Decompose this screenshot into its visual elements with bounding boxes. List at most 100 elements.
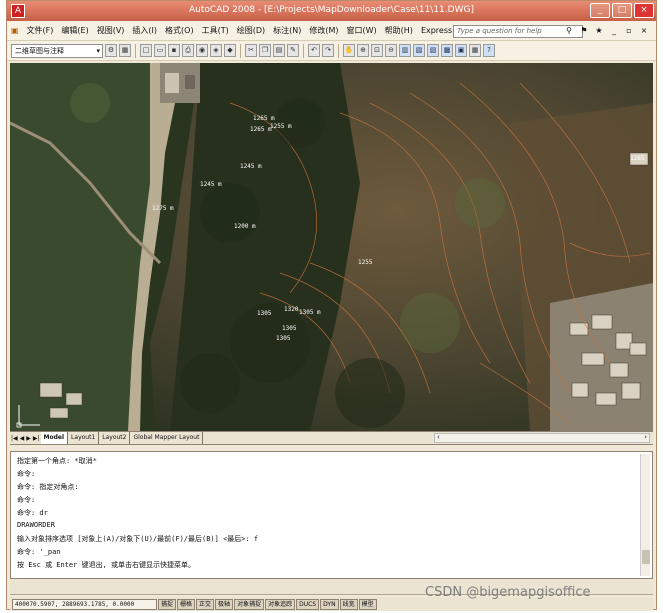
print-icon[interactable]: ⎙ — [182, 44, 194, 57]
paste-icon[interactable]: ▤ — [273, 44, 285, 57]
communication-center-icon[interactable]: ⚑ — [578, 25, 590, 37]
command-history-line: DRAWORDER — [17, 521, 55, 529]
command-history-line: 输入对象排序选项 [对象上(A)/对象下(U)/最前(F)/最后(B)] <最后… — [17, 535, 259, 543]
menu-tools[interactable]: 工具(T) — [198, 25, 233, 36]
menu-draw[interactable]: 绘图(D) — [233, 25, 269, 36]
tab-global-mapper-layout[interactable]: Global Mapper Layout — [130, 432, 204, 444]
command-history-line: 命令: '_pan — [17, 548, 61, 556]
command-history-line: 命令: 指定对角点: — [17, 483, 79, 491]
ortho-toggle[interactable]: 正交 — [196, 598, 215, 610]
open-icon[interactable]: ▭ — [154, 44, 166, 57]
cut-icon[interactable]: ✂ — [245, 44, 257, 57]
maximize-button[interactable]: □ — [612, 3, 632, 18]
minimize-button[interactable]: _ — [590, 3, 610, 18]
tab-first-icon[interactable]: |◀ — [10, 435, 19, 442]
autocad-window: A AutoCAD 2008 - [E:\Projects\MapDownloa… — [6, 0, 657, 611]
menu-window[interactable]: 窗口(W) — [343, 25, 381, 36]
new-icon[interactable]: □ — [140, 44, 152, 57]
print-preview-icon[interactable]: ◉ — [196, 44, 208, 57]
coordinates-readout[interactable]: 400070.5907, 2889693.1785, 0.0000 — [12, 598, 157, 610]
grid-toggle[interactable]: 栅格 — [177, 598, 196, 610]
markup-icon[interactable]: ▣ — [455, 44, 467, 57]
tab-next-icon[interactable]: ▶ — [25, 435, 32, 442]
save-icon[interactable]: ▪ — [168, 44, 180, 57]
tab-prev-icon[interactable]: ◀ — [19, 435, 26, 442]
menu-express[interactable]: Express — [417, 26, 456, 35]
menu-modify[interactable]: 修改(M) — [305, 25, 342, 36]
snap-toggle[interactable]: 捕捉 — [158, 598, 177, 610]
3d-dwf-icon[interactable]: ◆ — [224, 44, 236, 57]
sheet-set-icon[interactable]: ▩ — [441, 44, 453, 57]
tab-model[interactable]: Model — [40, 432, 69, 444]
satellite-image — [10, 63, 653, 431]
drawing-area[interactable]: 1265 m 1265 m 1255 m 1245 m 1245 m 1275 … — [10, 63, 653, 431]
osnap-toggle[interactable]: 对象捕捉 — [234, 598, 265, 610]
doc-close-button[interactable]: × — [638, 25, 650, 37]
contour-label: 1320 — [284, 306, 299, 313]
ucs-icon — [16, 405, 40, 428]
workspace-select[interactable]: 二维草图与注释 — [11, 43, 103, 58]
command-window[interactable]: 指定第一个角点: *取消* 命令: 命令: 指定对角点: 命令: 命令: dr … — [10, 451, 653, 579]
standard-toolbar: 二维草图与注释 ⚙ ▦ □ ▭ ▪ ⎙ ◉ ◈ ◆ ✂ ❐ ▤ ✎ ↶ ↷ ✋ … — [7, 41, 656, 61]
workspace-settings-icon[interactable]: ⚙ — [105, 44, 117, 57]
scroll-thumb[interactable] — [642, 550, 650, 564]
layout-tabs: |◀ ◀ ▶ ▶| Model Layout1 Layout2 Global M… — [10, 431, 653, 445]
command-history-line: 指定第一个角点: *取消* — [17, 457, 97, 465]
model-toggle[interactable]: 模型 — [358, 598, 377, 610]
zoom-window-icon[interactable]: ⊡ — [371, 44, 383, 57]
menu-help[interactable]: 帮助(H) — [381, 25, 417, 36]
scroll-right-icon[interactable]: › — [644, 433, 647, 441]
contour-label: 1245 m — [240, 163, 262, 170]
menu-edit[interactable]: 编辑(E) — [57, 25, 92, 36]
contour-label: 1255 — [358, 259, 373, 266]
window-title: AutoCAD 2008 - [E:\Projects\MapDownloade… — [189, 5, 474, 15]
help-search-icon[interactable]: ⚲ — [563, 25, 575, 37]
polar-toggle[interactable]: 极轴 — [215, 598, 234, 610]
tab-layout2[interactable]: Layout2 — [99, 432, 131, 444]
doc-icon[interactable]: ▣ — [7, 26, 23, 35]
contour-label: 1200 m — [234, 223, 256, 230]
doc-minimize-button[interactable]: _ — [608, 25, 620, 37]
tool-palettes-icon[interactable]: ▨ — [427, 44, 439, 57]
properties-icon[interactable]: ▥ — [399, 44, 411, 57]
ducs-toggle[interactable]: DUCS — [296, 598, 320, 610]
command-history-line: 命令: dr — [17, 509, 48, 517]
tab-last-icon[interactable]: ▶| — [32, 435, 41, 442]
copy-icon[interactable]: ❐ — [259, 44, 271, 57]
close-button[interactable]: × — [634, 3, 654, 18]
command-prompt-line[interactable]: 按 Esc 或 Enter 键退出, 或单击右键显示快捷菜单。 — [17, 560, 195, 570]
help-icon[interactable]: ? — [483, 44, 495, 57]
redo-icon[interactable]: ↷ — [322, 44, 334, 57]
undo-icon[interactable]: ↶ — [308, 44, 320, 57]
match-properties-icon[interactable]: ✎ — [287, 44, 299, 57]
zoom-previous-icon[interactable]: ⊖ — [385, 44, 397, 57]
contour-label: 1265 m — [253, 115, 275, 122]
menu-view[interactable]: 视图(V) — [93, 25, 129, 36]
menu-file[interactable]: 文件(F) — [23, 25, 58, 36]
horizontal-scrollbar[interactable]: ‹ › — [434, 433, 650, 443]
menu-insert[interactable]: 插入(I) — [128, 25, 161, 36]
command-scrollbar[interactable] — [640, 454, 650, 576]
command-history-line: 命令: — [17, 470, 36, 478]
quickcalc-icon[interactable]: ▦ — [469, 44, 481, 57]
menu-format[interactable]: 格式(O) — [161, 25, 198, 36]
lineweight-toggle[interactable]: 线宽 — [339, 598, 358, 610]
command-history-line: 命令: — [17, 496, 36, 504]
contour-label: 1265 m — [250, 126, 272, 133]
pan-icon[interactable]: ✋ — [343, 44, 355, 57]
contour-label: 1305 — [282, 325, 297, 332]
design-center-icon[interactable]: ▧ — [413, 44, 425, 57]
doc-restore-button[interactable]: ▫ — [623, 25, 635, 37]
workspace-save-icon[interactable]: ▦ — [119, 44, 131, 57]
otrack-toggle[interactable]: 对象追踪 — [265, 598, 296, 610]
contour-label: 1305 — [257, 310, 272, 317]
zoom-realtime-icon[interactable]: ⊕ — [357, 44, 369, 57]
contour-label: 1245 m — [200, 181, 222, 188]
scroll-left-icon[interactable]: ‹ — [437, 433, 440, 441]
menu-dimension[interactable]: 标注(N) — [269, 25, 305, 36]
dyn-toggle[interactable]: DYN — [320, 598, 339, 610]
publish-icon[interactable]: ◈ — [210, 44, 222, 57]
contour-label: 1305 m — [299, 309, 321, 316]
favorites-icon[interactable]: ★ — [593, 25, 605, 37]
tab-layout1[interactable]: Layout1 — [68, 432, 100, 444]
